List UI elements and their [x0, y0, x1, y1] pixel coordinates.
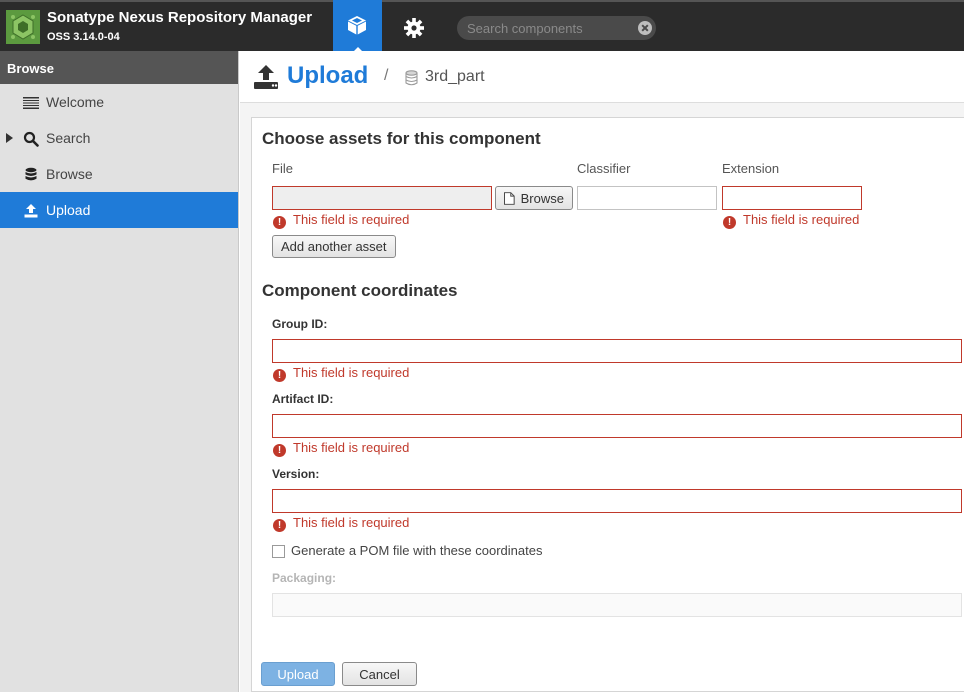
add-asset-button[interactable]: Add another asset [272, 235, 396, 258]
sidebar: Browse Welcome Search Browse Upload [0, 51, 239, 692]
main-content: Upload / 3rd_part Choose assets for this… [240, 51, 964, 692]
app-title: Sonatype Nexus Repository Manager [47, 9, 313, 26]
app-version: OSS 3.14.0-04 [47, 31, 120, 43]
assets-section-title: Choose assets for this component [262, 129, 541, 148]
nexus-logo [6, 10, 40, 44]
clear-search-icon[interactable] [638, 21, 652, 35]
artifact-id-label: Artifact ID: [272, 392, 334, 406]
sidebar-item-label: Search [46, 130, 91, 146]
browse-label: Browse [520, 190, 564, 206]
extension-error: ! This field is required [723, 212, 859, 229]
packaging-label: Packaging: [272, 571, 337, 585]
generate-pom-checkbox[interactable] [272, 545, 285, 558]
sidebar-item-label: Upload [46, 202, 91, 218]
app-header: Sonatype Nexus Repository Manager OSS 3.… [0, 0, 964, 53]
file-path-field [272, 186, 492, 210]
page-title: Upload [287, 62, 369, 89]
breadcrumb-repository: 3rd_part [425, 68, 485, 85]
browse-mode-button[interactable] [333, 0, 382, 53]
sidebar-item-upload[interactable]: Upload [0, 192, 238, 228]
error-icon: ! [273, 216, 286, 229]
file-column-label: File [272, 161, 293, 176]
breadcrumb-separator: / [384, 67, 389, 84]
group-id-field[interactable] [272, 339, 962, 363]
version-error: ! This field is required [273, 515, 409, 532]
database-icon [405, 70, 418, 86]
version-label: Version: [272, 467, 320, 481]
sidebar-header: Browse [0, 51, 238, 84]
group-id-label: Group ID: [272, 317, 328, 331]
coordinates-section-title: Component coordinates [262, 281, 458, 300]
file-error: ! This field is required [273, 212, 409, 229]
database-icon [25, 167, 37, 181]
gear-icon [404, 18, 424, 38]
classifier-column-label: Classifier [577, 161, 631, 176]
artifact-id-field[interactable] [272, 414, 962, 438]
upload-button[interactable]: Upload [261, 662, 335, 686]
sidebar-item-browse[interactable]: Browse [0, 156, 238, 192]
file-icon [504, 191, 515, 205]
sidebar-item-search[interactable]: Search [0, 120, 238, 156]
search-box[interactable] [457, 16, 656, 40]
extension-input[interactable] [723, 187, 861, 209]
admin-mode-button[interactable] [400, 15, 428, 41]
generate-pom-label[interactable]: Generate a POM file with these coordinat… [291, 543, 542, 558]
expand-arrow-icon[interactable] [6, 133, 13, 143]
group-id-input[interactable] [273, 340, 961, 362]
error-icon: ! [273, 369, 286, 382]
upload-form-panel: Choose assets for this component File Cl… [251, 117, 964, 692]
version-input[interactable] [273, 490, 961, 512]
sidebar-item-welcome[interactable]: Welcome [0, 84, 238, 120]
artifact-id-error: ! This field is required [273, 440, 409, 457]
file-path-input [273, 187, 491, 209]
group-id-error: ! This field is required [273, 365, 409, 382]
list-icon [23, 97, 39, 109]
classifier-field[interactable] [577, 186, 717, 210]
upload-icon [254, 65, 278, 89]
upload-icon [24, 204, 38, 218]
extension-column-label: Extension [722, 161, 780, 176]
error-icon: ! [273, 519, 286, 532]
cube-icon [348, 16, 366, 35]
browse-file-button[interactable]: Browse [495, 186, 573, 210]
cancel-button[interactable]: Cancel [342, 662, 417, 686]
page-titlebar: Upload / 3rd_part [240, 51, 964, 103]
search-input[interactable] [467, 20, 632, 36]
error-icon: ! [723, 216, 736, 229]
extension-field[interactable] [722, 186, 862, 210]
sidebar-item-label: Welcome [46, 94, 105, 110]
packaging-input [273, 594, 961, 616]
version-field[interactable] [272, 489, 962, 513]
search-icon [23, 131, 39, 147]
sidebar-item-label: Browse [46, 166, 93, 182]
classifier-input[interactable] [578, 187, 716, 209]
packaging-field [272, 593, 962, 617]
error-icon: ! [273, 444, 286, 457]
artifact-id-input[interactable] [273, 415, 961, 437]
